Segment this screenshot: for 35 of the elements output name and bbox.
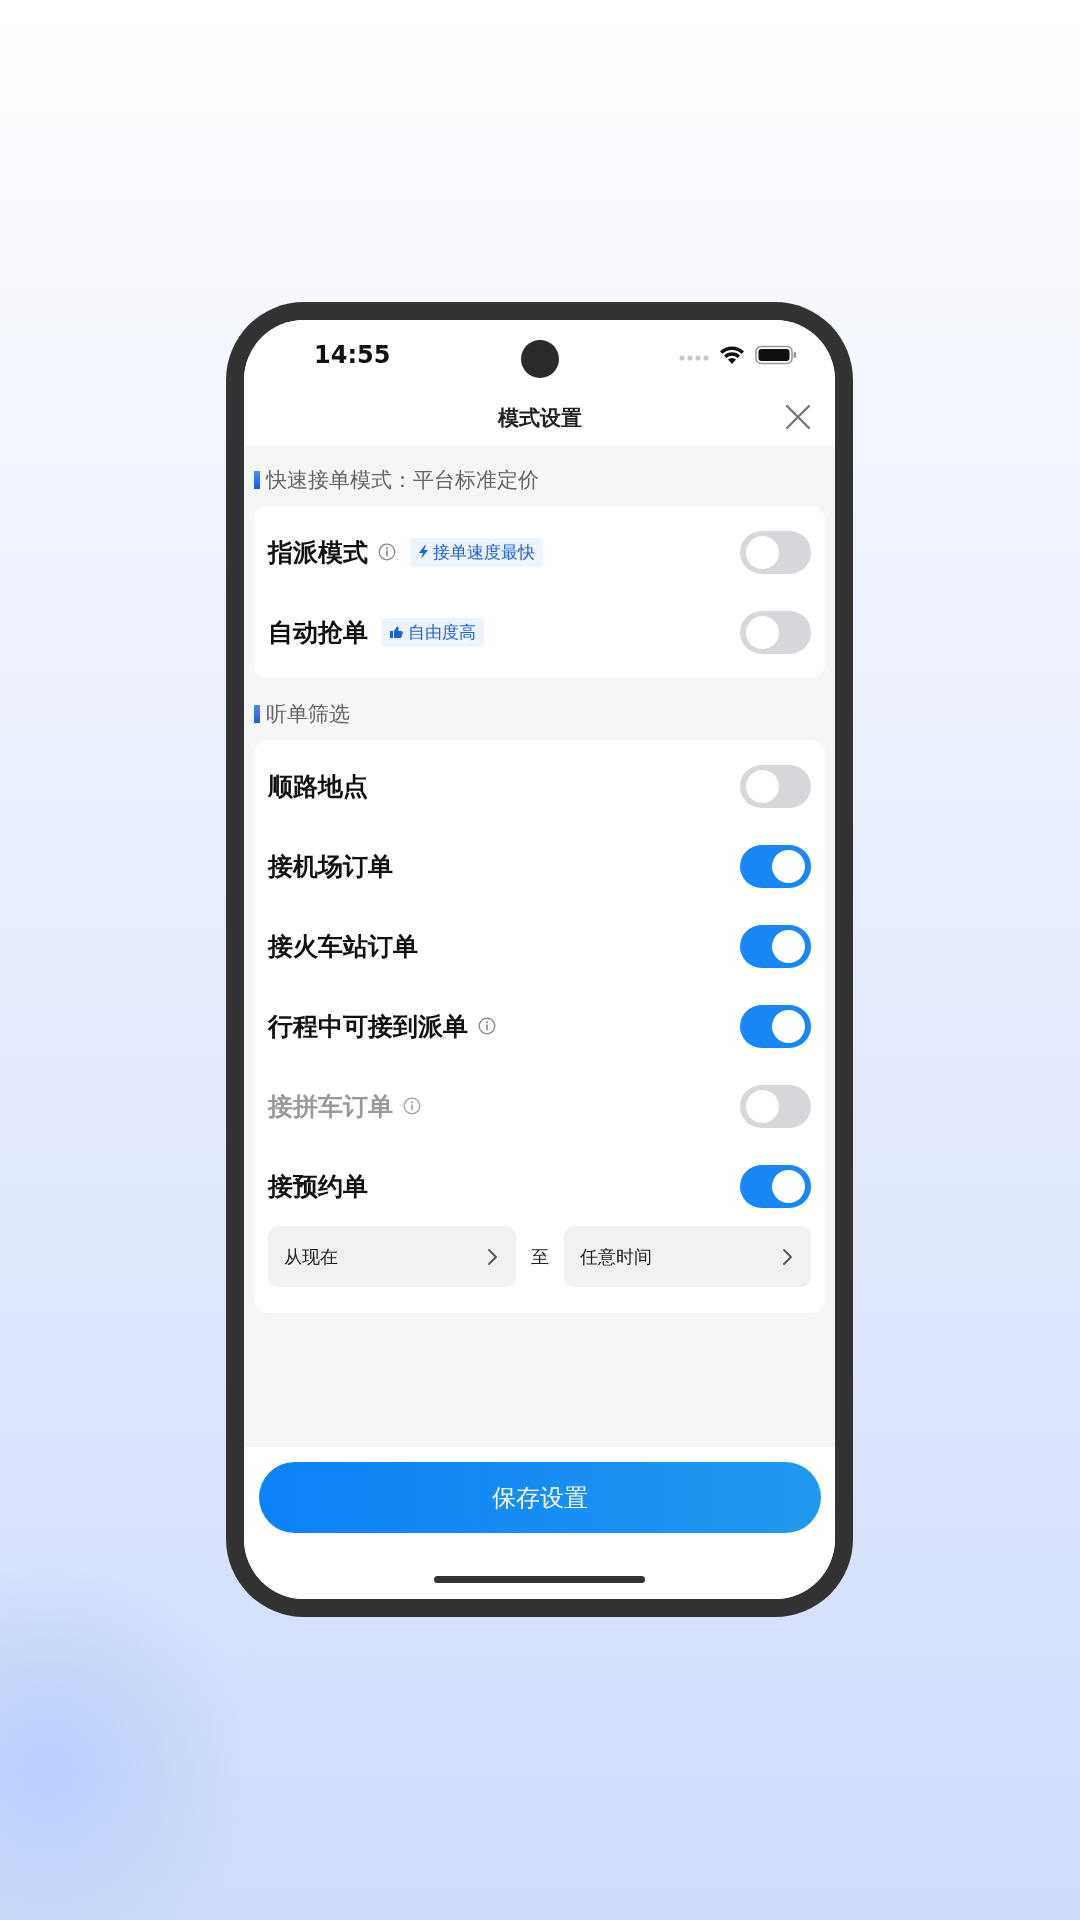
section-heading: 听单筛选 xyxy=(266,701,350,728)
status-time: 14:55 xyxy=(314,341,391,369)
camera-cutout xyxy=(521,340,559,378)
page-title: 模式设置 xyxy=(497,405,582,432)
range-separator: 至 xyxy=(529,1244,550,1269)
time-picker[interactable]: 任意时间 xyxy=(563,1226,811,1287)
setting-label: 接预约单 xyxy=(268,1170,368,1203)
setting-label: 顺路地点 xyxy=(268,770,368,803)
time-picker[interactable]: 从现在 xyxy=(268,1226,516,1287)
setting-label: 接拼车订单 xyxy=(268,1090,393,1123)
thumbs-up-icon xyxy=(390,626,403,638)
section-marker xyxy=(254,471,260,489)
setting-label: 指派模式 xyxy=(268,536,368,569)
section-heading: 快速接单模式：平台标准定价 xyxy=(266,467,539,494)
toggle-switch[interactable] xyxy=(740,610,811,654)
section-marker xyxy=(254,705,260,723)
feature-tag: 接单速度最快 xyxy=(410,537,543,567)
toggle-switch[interactable] xyxy=(740,764,811,808)
toggle-switch[interactable] xyxy=(740,530,811,574)
lightning-icon xyxy=(418,545,428,559)
toggle-switch[interactable] xyxy=(740,1164,811,1208)
setting-label: 接火车站订单 xyxy=(268,930,418,963)
setting-label: 接机场订单 xyxy=(268,850,393,883)
battery-icon xyxy=(755,345,797,365)
toggle-switch[interactable] xyxy=(740,924,811,968)
setting-label: 自动抢单 xyxy=(268,616,368,649)
toggle-switch[interactable] xyxy=(740,844,811,888)
toggle-switch[interactable] xyxy=(740,1004,811,1048)
wifi-icon xyxy=(719,345,745,365)
chevron-right-icon xyxy=(782,1247,793,1266)
feature-tag: 自由度高 xyxy=(382,617,484,647)
chevron-right-icon xyxy=(486,1247,498,1266)
signal-icon xyxy=(679,355,709,361)
close-icon[interactable] xyxy=(785,404,811,430)
setting-label: 行程中可接到派单 xyxy=(268,1010,468,1043)
